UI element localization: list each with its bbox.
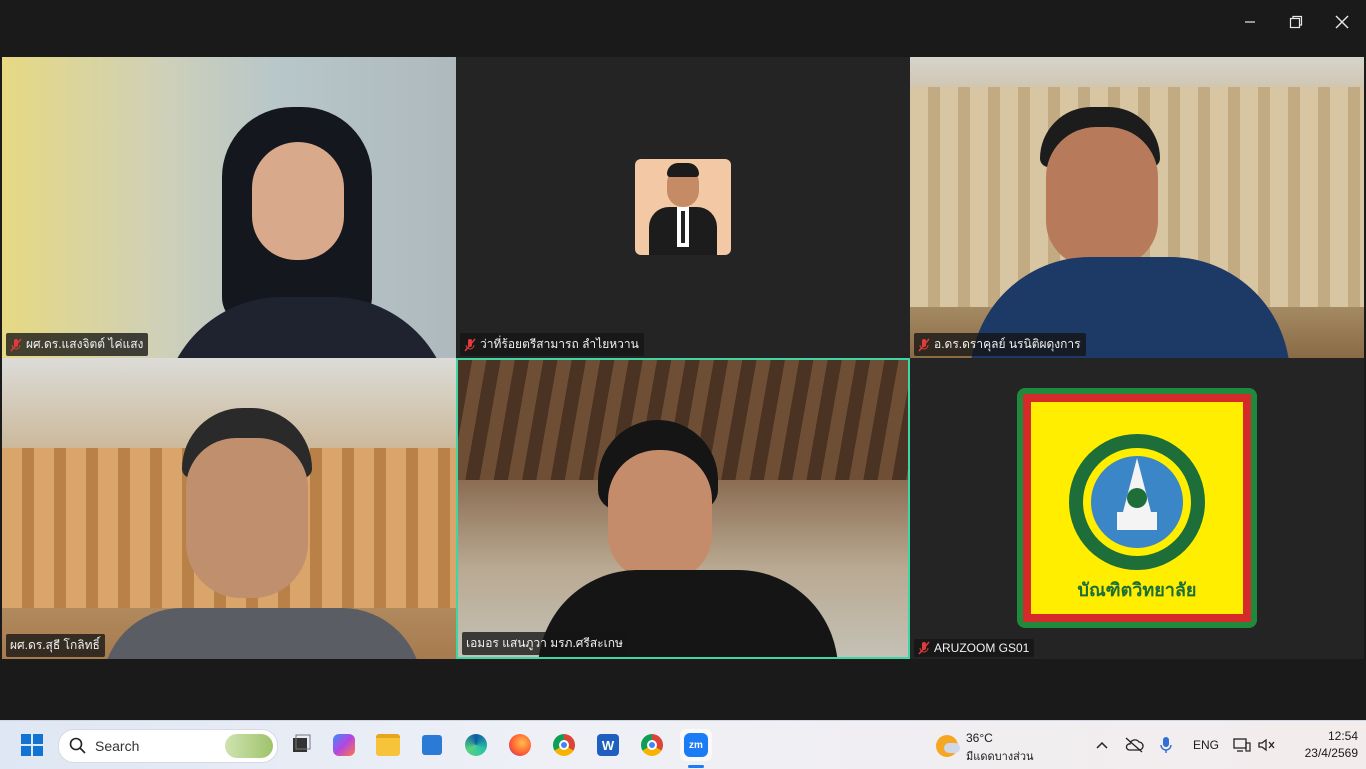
video-tile[interactable]: ผศ.ดร.สุธี โกลิทธิ์ <box>2 358 456 659</box>
participant-video <box>970 97 1290 358</box>
participant-name-label: เอมอร แสนภูวา มรภ.ศรีสะเกษ <box>462 632 628 655</box>
video-tile[interactable]: ผศ.ดร.แสงจิตต์ ไค่แสง <box>2 57 456 358</box>
avatar <box>635 159 731 255</box>
cloud-sync-button[interactable] <box>1120 731 1148 759</box>
volume-muted-icon <box>1258 738 1275 752</box>
chrome-profile-button[interactable] <box>636 729 668 761</box>
clock[interactable]: 12:54 23/4/2569 <box>1286 727 1358 763</box>
search-box[interactable]: Search <box>58 729 278 763</box>
participant-video <box>112 97 452 358</box>
edge-button[interactable] <box>460 729 492 761</box>
minimize-icon <box>1245 21 1255 23</box>
start-button[interactable] <box>16 729 48 761</box>
participant-name-label: อ.ดร.ดราคุลย์ นรนิติผดุงการ <box>914 333 1086 356</box>
chevron-up-icon <box>1096 741 1108 749</box>
volume-button[interactable] <box>1252 731 1280 759</box>
firefox-icon <box>509 734 531 756</box>
participant-video <box>102 408 422 659</box>
network-icon <box>1233 738 1251 752</box>
store-icon <box>422 735 442 755</box>
mic-muted-icon <box>464 338 476 352</box>
mic-muted-icon <box>918 338 930 352</box>
windows-icon <box>21 734 43 756</box>
participant-name-label: ARUZOOM GS01 <box>914 639 1035 657</box>
close-icon <box>1335 15 1349 29</box>
minimize-button[interactable] <box>1227 8 1273 36</box>
video-tile[interactable]: ว่าที่ร้อยตรีสามารถ ลำไยหวาน <box>456 57 910 358</box>
chrome-icon <box>553 734 575 756</box>
weather-widget[interactable]: 36°C มีแดดบางส่วน <box>932 729 1042 763</box>
clock-date: 23/4/2569 <box>1304 746 1358 760</box>
video-tile[interactable]: บัณฑิตวิทยาลัย ARUZOOM GS01 <box>910 358 1364 659</box>
logo-motto: บัณฑิตวิทยาลัย <box>1077 580 1197 600</box>
zoom-button[interactable]: zm <box>680 729 712 761</box>
taskbar: Search W zm 36°C มีแดดบางส่วน ENG 12:54 … <box>0 720 1366 769</box>
weather-desc: มีแดดบางส่วน <box>966 751 1034 763</box>
search-label: Search <box>95 738 140 754</box>
chrome-button[interactable] <box>548 729 580 761</box>
word-button[interactable]: W <box>592 729 624 761</box>
search-icon <box>69 737 86 754</box>
task-view-icon <box>293 734 311 752</box>
cloud-off-icon <box>1125 737 1144 753</box>
microphone-button[interactable] <box>1152 731 1180 759</box>
file-explorer-button[interactable] <box>372 729 404 761</box>
mic-muted-icon <box>10 338 22 352</box>
weather-temp: 36°C <box>966 731 993 745</box>
chrome-profile-icon <box>641 734 663 756</box>
participant-name-label: ผศ.ดร.สุธี โกลิทธิ์ <box>6 634 105 657</box>
participant-name-label: ผศ.ดร.แสงจิตต์ ไค่แสง <box>6 333 149 356</box>
word-icon: W <box>597 734 619 756</box>
university-logo: บัณฑิตวิทยาลัย <box>1017 388 1257 628</box>
restore-button[interactable] <box>1273 8 1319 36</box>
language-indicator[interactable]: ENG <box>1193 738 1219 752</box>
task-view-button[interactable] <box>284 729 316 761</box>
microphone-icon <box>1160 737 1172 753</box>
firefox-button[interactable] <box>504 729 536 761</box>
participant-name-label: ว่าที่ร้อยตรีสามารถ ลำไยหวาน <box>460 333 644 356</box>
search-highlight-image <box>225 734 273 758</box>
copilot-icon <box>333 734 355 756</box>
mic-muted-icon <box>918 641 930 655</box>
store-button[interactable] <box>416 729 448 761</box>
restore-icon <box>1289 15 1303 29</box>
close-button[interactable] <box>1319 8 1365 36</box>
show-hidden-icons-button[interactable] <box>1088 731 1116 759</box>
copilot-button[interactable] <box>328 729 360 761</box>
edge-icon <box>465 734 487 756</box>
clock-time: 12:54 <box>1327 729 1358 743</box>
folder-icon <box>376 734 400 756</box>
video-tile[interactable]: อ.ดร.ดราคุลย์ นรนิติผดุงการ <box>910 57 1364 358</box>
zoom-icon: zm <box>684 733 708 757</box>
participant-video <box>528 420 848 657</box>
video-tile-active-speaker[interactable]: เอมอร แสนภูวา มรภ.ศรีสะเกษ <box>456 358 910 659</box>
